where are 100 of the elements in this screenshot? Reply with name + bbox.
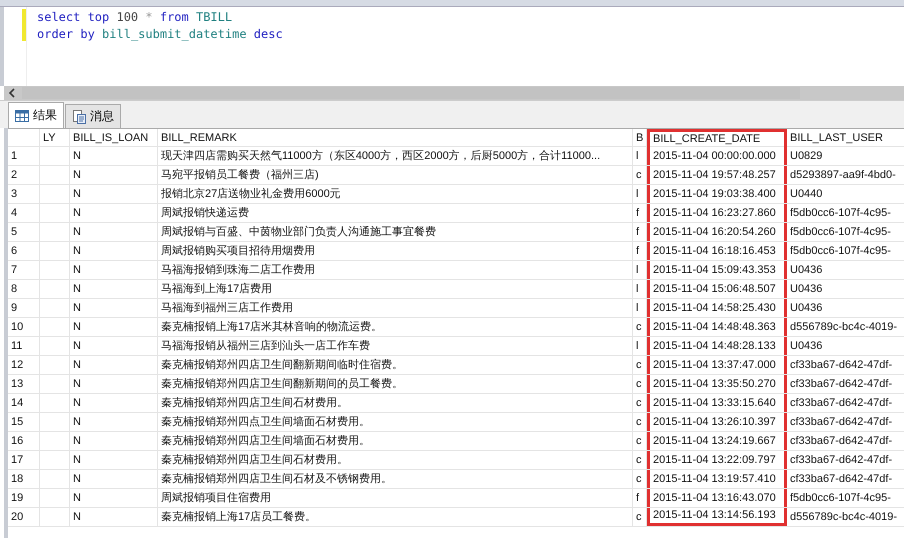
table-cell: f5db0cc6-107f-4c95- — [787, 204, 904, 222]
table-cell: N — [70, 432, 158, 450]
table-cell: N — [70, 223, 158, 241]
table-cell: 2015-11-04 15:06:48.507 — [647, 280, 787, 298]
table-cell: l — [633, 185, 647, 203]
table-cell: U0436 — [787, 280, 904, 298]
table-cell: f — [633, 204, 647, 222]
table-cell: f5db0cc6-107f-4c95- — [787, 242, 904, 260]
table-cell: N — [70, 375, 158, 393]
table-cell: 2015-11-04 13:24:19.667 — [647, 432, 787, 450]
table-cell: N — [70, 413, 158, 431]
table-cell: cf33ba67-d642-47df- — [787, 375, 904, 393]
table-cell: c — [633, 432, 647, 450]
row-number: 5 — [8, 223, 40, 241]
table-cell: 秦克楠报销郑州四店卫生间墙面石材费用。 — [158, 432, 633, 450]
table-cell: N — [70, 470, 158, 488]
table-cell: N — [70, 185, 158, 203]
table-cell: U0436 — [787, 261, 904, 279]
column-header[interactable]: B — [633, 129, 647, 147]
table-cell: 2015-11-04 00:00:00.000 — [647, 147, 787, 165]
table-cell: c — [633, 166, 647, 184]
table-cell: cf33ba67-d642-47df- — [787, 394, 904, 412]
table-cell: 马福海报销到珠海二店工作费用 — [158, 261, 633, 279]
table-cell: cf33ba67-d642-47df- — [787, 356, 904, 374]
table-cell: 周斌报销项目住宿费用 — [158, 489, 633, 507]
table-cell: 秦克楠报销郑州四店卫生间翻新期间的员工餐费。 — [158, 375, 633, 393]
table-cell: N — [70, 318, 158, 336]
table-cell: 2015-11-04 16:23:27.860 — [647, 204, 787, 222]
table-cell: f — [633, 242, 647, 260]
table-cell: N — [70, 394, 158, 412]
table-cell: N — [70, 280, 158, 298]
table-cell: l — [633, 147, 647, 165]
table-cell: d556789c-bc4c-4019- — [787, 508, 904, 526]
table-cell: N — [70, 261, 158, 279]
table-cell: 2015-11-04 13:22:09.797 — [647, 451, 787, 469]
table-cell: cf33ba67-d642-47df- — [787, 451, 904, 469]
table-cell: 2015-11-04 15:09:43.353 — [647, 261, 787, 279]
code-line: order by bill_submit_datetime desc — [37, 26, 283, 43]
table-cell: 马福海报销从福州三店到汕头一店工作车费 — [158, 337, 633, 355]
column-header[interactable]: BILL_CREATE_DATE — [647, 129, 787, 147]
table-cell: l — [633, 280, 647, 298]
table-cell: 2015-11-04 16:18:16.453 — [647, 242, 787, 260]
table-cell: U0440 — [787, 185, 904, 203]
table-cell: d556789c-bc4c-4019- — [787, 318, 904, 336]
result-tab[interactable]: 结果 — [8, 102, 64, 128]
table-cell: N — [70, 166, 158, 184]
table-cell: 秦克楠报销郑州四点卫生间墙面石材费用。 — [158, 413, 633, 431]
table-cell: 2015-11-04 13:33:15.640 — [647, 394, 787, 412]
column-header[interactable]: BILL_REMARK — [158, 129, 633, 147]
table-cell: 2015-11-04 16:20:54.260 — [647, 223, 787, 241]
result-tab[interactable]: 消息 — [65, 104, 121, 128]
table-cell: U0436 — [787, 337, 904, 355]
table-cell: 2015-11-04 19:03:38.400 — [647, 185, 787, 203]
table-cell: l — [633, 261, 647, 279]
code-line: select top 100 * from TBILL — [37, 9, 234, 26]
table-cell: 秦克楠报销上海17店米其林音响的物流运费。 — [158, 318, 633, 336]
table-cell: 周斌报销购买项目招待用烟费用 — [158, 242, 633, 260]
table-cell: 2015-11-04 14:48:48.363 — [647, 318, 787, 336]
table-cell: 马宛平报销员工餐费（福州三店) — [158, 166, 633, 184]
scrollbar-thumb[interactable] — [22, 87, 800, 99]
table-cell: N — [70, 337, 158, 355]
table-cell: cf33ba67-d642-47df- — [787, 413, 904, 431]
table-cell: N — [70, 451, 158, 469]
table-cell: U0436 — [787, 299, 904, 317]
table-cell: c — [633, 356, 647, 374]
table-cell: c — [633, 508, 647, 526]
table-cell: 2015-11-04 13:19:57.410 — [647, 470, 787, 488]
table-cell: f — [633, 223, 647, 241]
table-cell: 秦克楠报销郑州四店卫生间石材费用。 — [158, 451, 633, 469]
table-cell: 秦克楠报销郑州四店卫生间石材费用。 — [158, 394, 633, 412]
table-cell: 2015-11-04 13:14:56.193 — [647, 508, 787, 526]
table-cell: 2015-11-04 13:16:43.070 — [647, 489, 787, 507]
table-cell: 周斌报销快递运费 — [158, 204, 633, 222]
table-cell: cf33ba67-d642-47df- — [787, 432, 904, 450]
document-icon — [72, 110, 86, 124]
table-cell: 2015-11-04 13:37:47.000 — [647, 356, 787, 374]
table-cell: 2015-11-04 13:35:50.270 — [647, 375, 787, 393]
table-cell: f — [633, 489, 647, 507]
table-cell: l — [633, 337, 647, 355]
table-cell: N — [70, 242, 158, 260]
table-cell: c — [633, 394, 647, 412]
table-cell: c — [633, 470, 647, 488]
table-cell: 2015-11-04 14:58:25.430 — [647, 299, 787, 317]
grid-icon — [15, 110, 29, 122]
table-cell: N — [70, 147, 158, 165]
column-header[interactable]: LY — [40, 129, 70, 147]
table-cell: U0829 — [787, 147, 904, 165]
table-cell: c — [633, 451, 647, 469]
column-header[interactable]: BILL_LAST_USER — [787, 129, 904, 147]
table-cell: 秦克楠报销上海17店员工餐费。 — [158, 508, 633, 526]
table-cell: c — [633, 413, 647, 431]
table-cell: N — [70, 299, 158, 317]
table-cell: 2015-11-04 13:26:10.397 — [647, 413, 787, 431]
column-header[interactable]: BILL_IS_LOAN — [70, 129, 158, 147]
table-cell: c — [633, 375, 647, 393]
horizontal-scrollbar[interactable] — [4, 86, 904, 100]
table-cell: 2015-11-04 19:57:48.257 — [647, 166, 787, 184]
table-cell: N — [70, 489, 158, 507]
table-cell: 秦克楠报销郑州四店卫生间翻新期间临时住宿费。 — [158, 356, 633, 374]
table-cell: f5db0cc6-107f-4c95- — [787, 223, 904, 241]
